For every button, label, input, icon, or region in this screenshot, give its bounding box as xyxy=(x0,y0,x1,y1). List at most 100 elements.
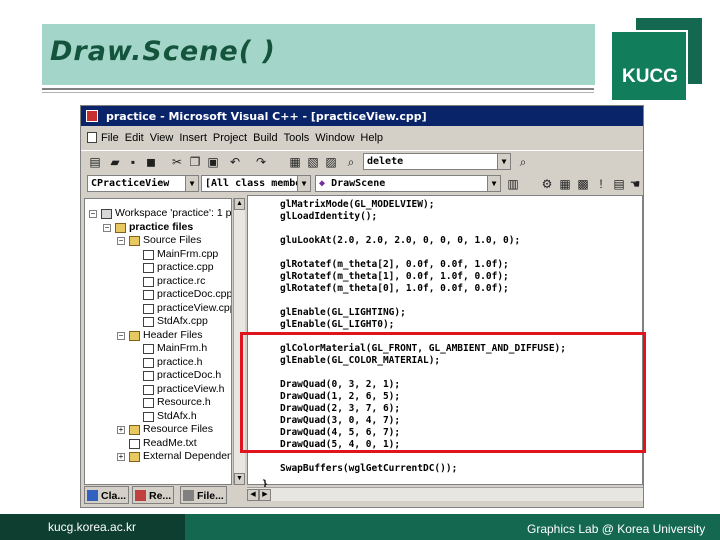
file-tree: − Workspace 'practice': 1 p − practice file… xyxy=(85,207,231,464)
project-icon xyxy=(115,222,126,233)
workspace-icon[interactable]: ▦ xyxy=(287,154,303,170)
collapse-icon[interactable]: − xyxy=(103,223,111,232)
tree-item[interactable]: MainFrm.cpp xyxy=(85,248,231,262)
class-wizard-icon[interactable]: ⚙ xyxy=(539,176,555,192)
chevron-down-icon[interactable]: ▼ xyxy=(185,176,198,191)
file-icon xyxy=(143,371,154,381)
scroll-up-icon[interactable]: ▲ xyxy=(234,198,245,210)
member-combo[interactable]: ◆ DrawScene ▼ xyxy=(315,175,501,192)
code-line: glLoadIdentity(); xyxy=(280,211,378,222)
tree-item[interactable]: StdAfx.cpp xyxy=(85,315,231,329)
folder-icon xyxy=(129,425,140,435)
find-icon[interactable]: ⌕ xyxy=(515,154,531,170)
scroll-down-icon[interactable]: ▼ xyxy=(234,473,245,485)
folder-icon xyxy=(129,330,140,341)
filter-combo[interactable]: [All class members] ▼ xyxy=(201,175,311,192)
run-icon[interactable]: ☚ xyxy=(627,176,643,192)
copy-icon[interactable]: ❐ xyxy=(187,154,203,170)
paste-icon[interactable]: ▣ xyxy=(205,154,221,170)
new-file-icon[interactable]: ▤ xyxy=(87,154,103,170)
menu-view[interactable]: View xyxy=(150,132,174,144)
collapse-icon[interactable]: − xyxy=(117,237,125,245)
collapse-icon[interactable]: − xyxy=(89,210,97,218)
find-combo[interactable]: delete ▼ xyxy=(363,153,511,170)
tree-item[interactable]: StdAfx.h xyxy=(85,410,231,424)
tree-item[interactable]: − Source Files xyxy=(85,234,231,248)
tree-item[interactable]: practiceDoc.h xyxy=(85,369,231,383)
menu-project[interactable]: Project xyxy=(213,132,247,144)
title-divider xyxy=(42,88,594,90)
workspace-tab[interactable]: Cla... xyxy=(84,486,130,504)
code-line: glRotatef(m_theta[0], 1.0f, 0.0f, 0.0f); xyxy=(280,283,509,294)
workspace-tab[interactable]: File... xyxy=(180,486,227,504)
tree-item[interactable]: + Resource Files xyxy=(85,423,231,437)
workspace-tab-label: Re... xyxy=(149,490,172,502)
tree-item[interactable]: Resource.h xyxy=(85,396,231,410)
compile-icon[interactable]: ▩ xyxy=(575,176,591,192)
tree-item[interactable]: − Header Files xyxy=(85,329,231,343)
class-combo[interactable]: CPracticeView ▼ xyxy=(87,175,199,192)
scroll-left-icon[interactable]: ◀ xyxy=(247,489,259,501)
workspace-tab[interactable]: Re... xyxy=(132,486,175,504)
tree-item-label: practiceDoc.h xyxy=(157,369,222,381)
window-title: practice - Microsoft Visual C++ - [pract… xyxy=(106,110,427,123)
file-icon xyxy=(143,249,154,260)
expand-icon[interactable]: + xyxy=(117,453,125,461)
open-folder-icon[interactable]: ▰ xyxy=(107,154,123,170)
menu-window[interactable]: Window xyxy=(315,132,354,144)
title-divider-thin xyxy=(42,92,594,93)
tree-item[interactable]: practiceView.h xyxy=(85,383,231,397)
collapse-icon[interactable]: − xyxy=(117,331,125,340)
code-line: glMatrixMode(GL_MODELVIEW); xyxy=(280,199,435,210)
tree-item[interactable]: − practice files xyxy=(85,221,231,235)
scroll-right-icon[interactable]: ▶ xyxy=(259,489,271,501)
tree-item[interactable]: practice.cpp xyxy=(85,261,231,275)
resource-grid-icon[interactable]: ▦ xyxy=(557,176,573,192)
menu-edit[interactable]: Edit xyxy=(125,132,144,144)
folder-icon xyxy=(129,452,140,462)
redo-icon[interactable]: ↷ xyxy=(253,154,269,170)
menu-build[interactable]: Build xyxy=(253,132,277,144)
tree-item[interactable]: practice.rc xyxy=(85,275,231,289)
build-icon[interactable]: ▤ xyxy=(611,176,627,192)
menu-help[interactable]: Help xyxy=(360,132,383,144)
tree-item-label: practiceView.cpp xyxy=(157,301,231,314)
chevron-down-icon[interactable]: ▼ xyxy=(487,176,500,191)
window-list-icon[interactable]: ▨ xyxy=(323,154,339,170)
tree-item[interactable]: practiceDoc.cpp xyxy=(85,288,231,302)
menu-items: File Edit View Insert Project Build Tools Windo… xyxy=(101,132,389,144)
class-view-icon xyxy=(87,490,98,501)
editor-hscrollbar[interactable]: ◀ ▶ xyxy=(247,487,643,501)
file-icon xyxy=(143,290,154,300)
tree-item-label: Resource.h xyxy=(157,396,211,408)
wizard-action-icon[interactable]: ▥ xyxy=(505,176,521,192)
output-icon[interactable]: ▧ xyxy=(305,154,321,170)
menu-insert[interactable]: Insert xyxy=(179,132,207,144)
tree-item-label: StdAfx.h xyxy=(157,409,197,422)
save-icon[interactable]: ▪ xyxy=(125,154,141,170)
menu-file[interactable]: File xyxy=(101,132,119,144)
tree-item-label: Workspace 'practice': 1 p xyxy=(115,207,231,219)
chevron-down-icon[interactable]: ▼ xyxy=(297,176,310,191)
tree-item[interactable]: + External Dependen xyxy=(85,450,231,464)
document-icon[interactable] xyxy=(87,132,97,143)
chevron-down-icon[interactable]: ▼ xyxy=(497,154,510,169)
tree-item[interactable]: practiceView.cpp xyxy=(85,302,231,316)
find-combo-value: delete xyxy=(367,156,404,167)
tree-item[interactable]: practice.h xyxy=(85,356,231,370)
save-all-icon[interactable]: ◼ xyxy=(143,154,159,170)
undo-icon[interactable]: ↶ xyxy=(227,154,243,170)
tree-item[interactable]: MainFrm.h xyxy=(85,342,231,356)
standard-toolbar: ▤ ▰ ▪ ◼ ✂ ❐ ▣ ↶ ↷ ▦ ▧ ▨ ⌕ delete ▼ ⌕ xyxy=(81,150,643,172)
cut-icon[interactable]: ✂ xyxy=(169,154,185,170)
find-in-files-icon[interactable]: ⌕ xyxy=(343,154,359,170)
class-combo-value: CPracticeView xyxy=(91,178,170,189)
expand-icon[interactable]: + xyxy=(117,426,125,434)
stop-build-icon[interactable]: ! xyxy=(593,176,609,192)
menu-tools[interactable]: Tools xyxy=(284,132,310,144)
tree-item-label: practice.h xyxy=(157,355,203,368)
tree-item[interactable]: ReadMe.txt xyxy=(85,437,231,451)
tree-item[interactable]: − Workspace 'practice': 1 p xyxy=(85,207,231,221)
